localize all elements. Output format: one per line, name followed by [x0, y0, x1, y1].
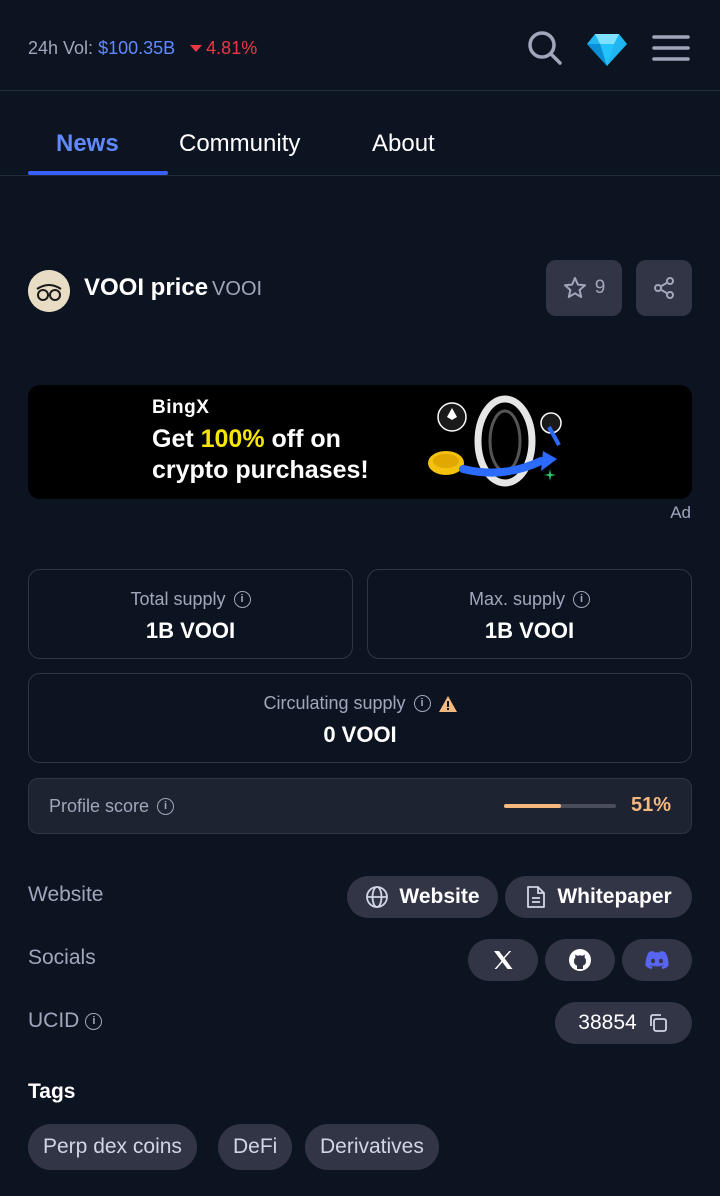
discord-icon	[645, 951, 669, 969]
x-icon	[494, 951, 513, 969]
total-supply-label: Total supply	[130, 589, 226, 609]
whitepaper-button[interactable]: Whitepaper	[505, 876, 692, 918]
profile-score-track	[504, 804, 616, 808]
website-button[interactable]: Website	[347, 876, 498, 918]
total-supply-value: 1B VOOI	[145, 618, 236, 643]
profile-score-value: 51%	[630, 794, 671, 816]
circulating-supply-card: Circulating supply i 0 VOOI	[28, 673, 692, 763]
document-icon	[527, 886, 546, 908]
coin-logo	[28, 270, 70, 312]
share-icon	[654, 277, 674, 299]
github-link-button[interactable]	[545, 939, 615, 981]
max-supply-label: Max. supply	[468, 589, 566, 609]
coin-name: VOOI price	[84, 274, 209, 301]
info-icon[interactable]: i	[85, 1012, 103, 1030]
total-supply-card: Total supply i 1B VOOI	[28, 569, 353, 659]
diamond-icon[interactable]	[587, 28, 627, 68]
x-link-button[interactable]	[468, 939, 538, 981]
warning-icon[interactable]	[438, 695, 457, 712]
tags-title: Tags	[28, 1080, 76, 1103]
copy-icon	[649, 1014, 667, 1032]
tag-derivatives[interactable]: Derivatives	[305, 1124, 439, 1170]
ad-illustration	[428, 395, 562, 487]
ad-headline-line2: crypto purchases!	[152, 456, 369, 484]
github-icon	[569, 949, 591, 971]
info-icon[interactable]: i	[413, 695, 431, 712]
top-bar: 24h Vol: $100.35B 4.81%	[0, 0, 720, 91]
ad-brand: BingX	[152, 397, 210, 418]
website-row-label: Website	[28, 883, 104, 906]
globe-icon	[366, 886, 389, 908]
profile-score-bar[interactable]: Profile score i 51%	[28, 778, 692, 834]
ucid-value: 38854	[578, 1011, 637, 1034]
max-supply-value: 1B VOOI	[484, 618, 575, 643]
info-icon[interactable]: i	[233, 591, 251, 608]
volume-label: 24h Vol:	[28, 38, 94, 58]
star-icon	[563, 277, 586, 298]
watchlist-button[interactable]: 9	[546, 260, 622, 316]
ad-banner[interactable]: BingX Get 100% off on crypto purchases!	[28, 385, 692, 499]
tab-about[interactable]: About	[372, 130, 435, 158]
ad-headline-line1: Get 100% off on	[152, 425, 341, 453]
coin-title: VOOI price VOOI	[84, 274, 262, 302]
profile-score-fill	[504, 804, 562, 808]
info-icon[interactable]: i	[573, 591, 591, 608]
active-tab-indicator	[28, 171, 168, 175]
circulating-supply-value: 0 VOOI	[323, 722, 397, 747]
tag-perp-dex-coins[interactable]: Perp dex coins	[28, 1124, 197, 1170]
tab-bar: News Community About	[0, 92, 720, 176]
whitepaper-button-label: Whitepaper	[557, 885, 672, 908]
share-button[interactable]	[636, 260, 692, 316]
max-supply-card: Max. supply i 1B VOOI	[367, 569, 692, 659]
ucid-row-label: UCID i	[28, 1009, 103, 1033]
profile-score-label: Profile score	[49, 796, 150, 816]
tab-community[interactable]: Community	[179, 130, 300, 158]
circulating-supply-label: Circulating supply	[263, 693, 406, 713]
menu-icon[interactable]	[651, 28, 691, 68]
coin-symbol: VOOI	[212, 278, 263, 300]
search-icon[interactable]	[524, 28, 564, 68]
global-volume: 24h Vol: $100.35B 4.81%	[28, 38, 257, 59]
ucid-copy-button[interactable]: 38854	[555, 1002, 692, 1044]
tab-news[interactable]: News	[56, 130, 119, 158]
volume-change: 4.81%	[206, 38, 258, 58]
socials-row-label: Socials	[28, 946, 96, 969]
caret-down-icon	[190, 44, 203, 52]
watchlist-count: 9	[594, 277, 606, 298]
tag-defi[interactable]: DeFi	[218, 1124, 293, 1170]
discord-link-button[interactable]	[622, 939, 692, 981]
ad-label: Ad	[670, 503, 691, 522]
website-button-label: Website	[399, 885, 480, 908]
volume-value[interactable]: $100.35B	[98, 38, 175, 58]
info-icon[interactable]: i	[157, 798, 175, 815]
